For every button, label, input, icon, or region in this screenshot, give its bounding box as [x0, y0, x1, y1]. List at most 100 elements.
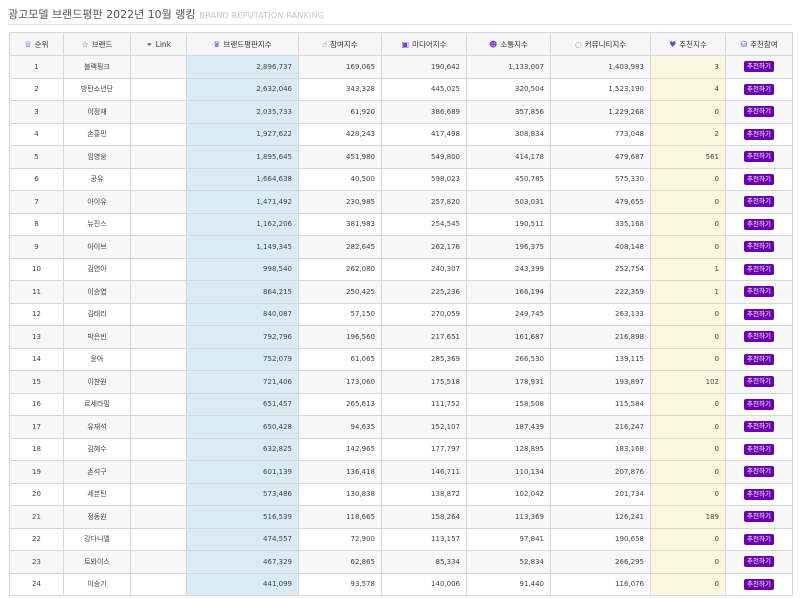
page-subtitle: BRAND REPUTATION RANKING — [199, 11, 325, 20]
col-header-media[interactable]: ▣ 미디어지수 — [381, 32, 467, 56]
recommend-button[interactable]: 추천하기 — [744, 218, 774, 230]
link-cell[interactable] — [130, 145, 187, 169]
participation-cell: 451,980 — [298, 145, 382, 169]
col-header-participation[interactable]: ☝ 참여지수 — [298, 32, 382, 56]
link-cell[interactable] — [130, 302, 187, 326]
col-header-vote[interactable]: ⛁ 추천참여 — [725, 32, 793, 56]
link-cell[interactable] — [130, 235, 187, 259]
header-divider — [8, 24, 792, 25]
recommend-button[interactable]: 추천하기 — [744, 466, 774, 478]
rank-cell: 12 — [9, 302, 64, 326]
recommend-button[interactable]: 추천하기 — [744, 556, 774, 568]
link-cell[interactable] — [130, 325, 187, 349]
recommend-cell: 1 — [650, 280, 726, 304]
link-cell[interactable] — [130, 347, 187, 371]
col-header-label: 소통지수 — [500, 39, 528, 49]
link-cell[interactable] — [130, 55, 187, 79]
recommend-button[interactable]: 추천하기 — [744, 61, 774, 73]
link-cell[interactable] — [130, 167, 187, 191]
link-cell[interactable] — [130, 437, 187, 461]
col-header-brand[interactable]: ☆ 브랜드 — [63, 32, 131, 56]
media-cell: 257,820 — [381, 190, 467, 214]
brand-index-cell: 474,557 — [186, 527, 299, 551]
recommend-button[interactable]: 추천하기 — [744, 106, 774, 118]
media-cell: 113,157 — [381, 527, 467, 551]
link-cell[interactable] — [130, 280, 187, 304]
recommend-button[interactable]: 추천하기 — [744, 376, 774, 388]
vote-cell: 추천하기 — [725, 280, 793, 304]
link-cell[interactable] — [130, 460, 187, 484]
communication-cell: 190,511 — [466, 212, 551, 236]
link-cell[interactable] — [130, 572, 187, 596]
vote-cell: 추천하기 — [725, 505, 793, 529]
link-cell[interactable] — [130, 550, 187, 574]
link-cell[interactable] — [130, 370, 187, 394]
recommend-button[interactable]: 추천하기 — [744, 83, 774, 95]
recommend-cell: 1 — [650, 257, 726, 281]
recommend-button[interactable]: 추천하기 — [744, 308, 774, 320]
link-cell[interactable] — [130, 100, 187, 124]
recommend-button[interactable]: 추천하기 — [744, 241, 774, 253]
recommend-button[interactable]: 추천하기 — [744, 421, 774, 433]
link-cell[interactable] — [130, 392, 187, 416]
col-header-recommend[interactable]: ♥ 추천지수 — [650, 32, 726, 56]
vote-cell: 추천하기 — [725, 122, 793, 146]
col-header-communication[interactable]: ☻ 소통지수 — [466, 32, 551, 56]
col-header-rank[interactable]: ♕ 순위 — [9, 32, 64, 56]
rank-cell: 7 — [9, 190, 64, 214]
recommend-button[interactable]: 추천하기 — [744, 331, 774, 343]
recommend-button[interactable]: 추천하기 — [744, 353, 774, 365]
recommend-cell: 0 — [650, 235, 726, 259]
recommend-button[interactable]: 추천하기 — [744, 578, 774, 590]
table-row: 1 블랙핑크 2,896,737 169,065 190,642 1,133,007 1,4… — [9, 55, 793, 79]
communication-cell: 166,194 — [466, 280, 551, 304]
participation-cell: 57,150 — [298, 302, 382, 326]
link-cell[interactable] — [130, 527, 187, 551]
recommend-button[interactable]: 추천하기 — [744, 443, 774, 455]
link-cell[interactable] — [130, 482, 187, 506]
vote-cell: 추천하기 — [725, 77, 793, 101]
link-cell[interactable] — [130, 212, 187, 236]
link-cell[interactable] — [130, 505, 187, 529]
recommend-button[interactable]: 추천하기 — [744, 263, 774, 275]
recommend-cell: 0 — [650, 437, 726, 461]
recommend-button[interactable]: 추천하기 — [744, 128, 774, 140]
community-cell: 479,687 — [550, 145, 651, 169]
community-cell: 1,403,983 — [550, 55, 651, 79]
recommend-button[interactable]: 추천하기 — [744, 533, 774, 545]
vote-cell: 추천하기 — [725, 392, 793, 416]
participation-cell: 169,065 — [298, 55, 382, 79]
brand-index-cell: 1,895,645 — [186, 145, 299, 169]
col-header-link[interactable]: ⚭ Link — [130, 32, 187, 56]
community-cell: 190,658 — [550, 527, 651, 551]
recommend-cell: 0 — [650, 392, 726, 416]
recommend-button[interactable]: 추천하기 — [744, 151, 774, 163]
table-row: 6 공유 1,664,638 40,500 598,023 450,785 575,330 0… — [9, 167, 793, 191]
link-cell[interactable] — [130, 122, 187, 146]
community-cell: 408,148 — [550, 235, 651, 259]
recommend-cell: 0 — [650, 302, 726, 326]
table-row: 14 윤아 752,079 61,065 285,369 266,530 139,115 0 추… — [9, 347, 793, 371]
recommend-button[interactable]: 추천하기 — [744, 398, 774, 410]
brand-name-cell: 이승기 — [63, 572, 131, 596]
link-cell[interactable] — [130, 415, 187, 439]
recommend-button[interactable]: 추천하기 — [744, 488, 774, 500]
recommend-button[interactable]: 추천하기 — [744, 286, 774, 298]
link-cell[interactable] — [130, 77, 187, 101]
col-header-brand-index[interactable]: ♛ 브랜드평판지수 — [186, 32, 299, 56]
vote-cell: 추천하기 — [725, 527, 793, 551]
header-row: ♕ 순위 ☆ 브랜드 ⚭ Link ♛ 브랜드평판지수 ☝ 참여지수 ▣ 미디어지수 ☻ 소통… — [9, 32, 793, 56]
recommend-button[interactable]: 추천하기 — [744, 196, 774, 208]
recommend-button[interactable]: 추천하기 — [744, 511, 774, 523]
link-cell[interactable] — [130, 190, 187, 214]
col-header-community[interactable]: ◌ 커뮤니티지수 — [550, 32, 651, 56]
table-row: 22 강다니엘 474,557 72,900 113,157 97,841 190,658 0… — [9, 527, 793, 551]
link-cell[interactable] — [130, 257, 187, 281]
brand-index-cell: 998,540 — [186, 257, 299, 281]
media-cell: 598,023 — [381, 167, 467, 191]
brand-name-cell: 방탄소년단 — [63, 77, 131, 101]
media-cell: 262,176 — [381, 235, 467, 259]
recommend-button[interactable]: 추천하기 — [744, 173, 774, 185]
vote-cell: 추천하기 — [725, 190, 793, 214]
brand-index-cell: 721,406 — [186, 370, 299, 394]
